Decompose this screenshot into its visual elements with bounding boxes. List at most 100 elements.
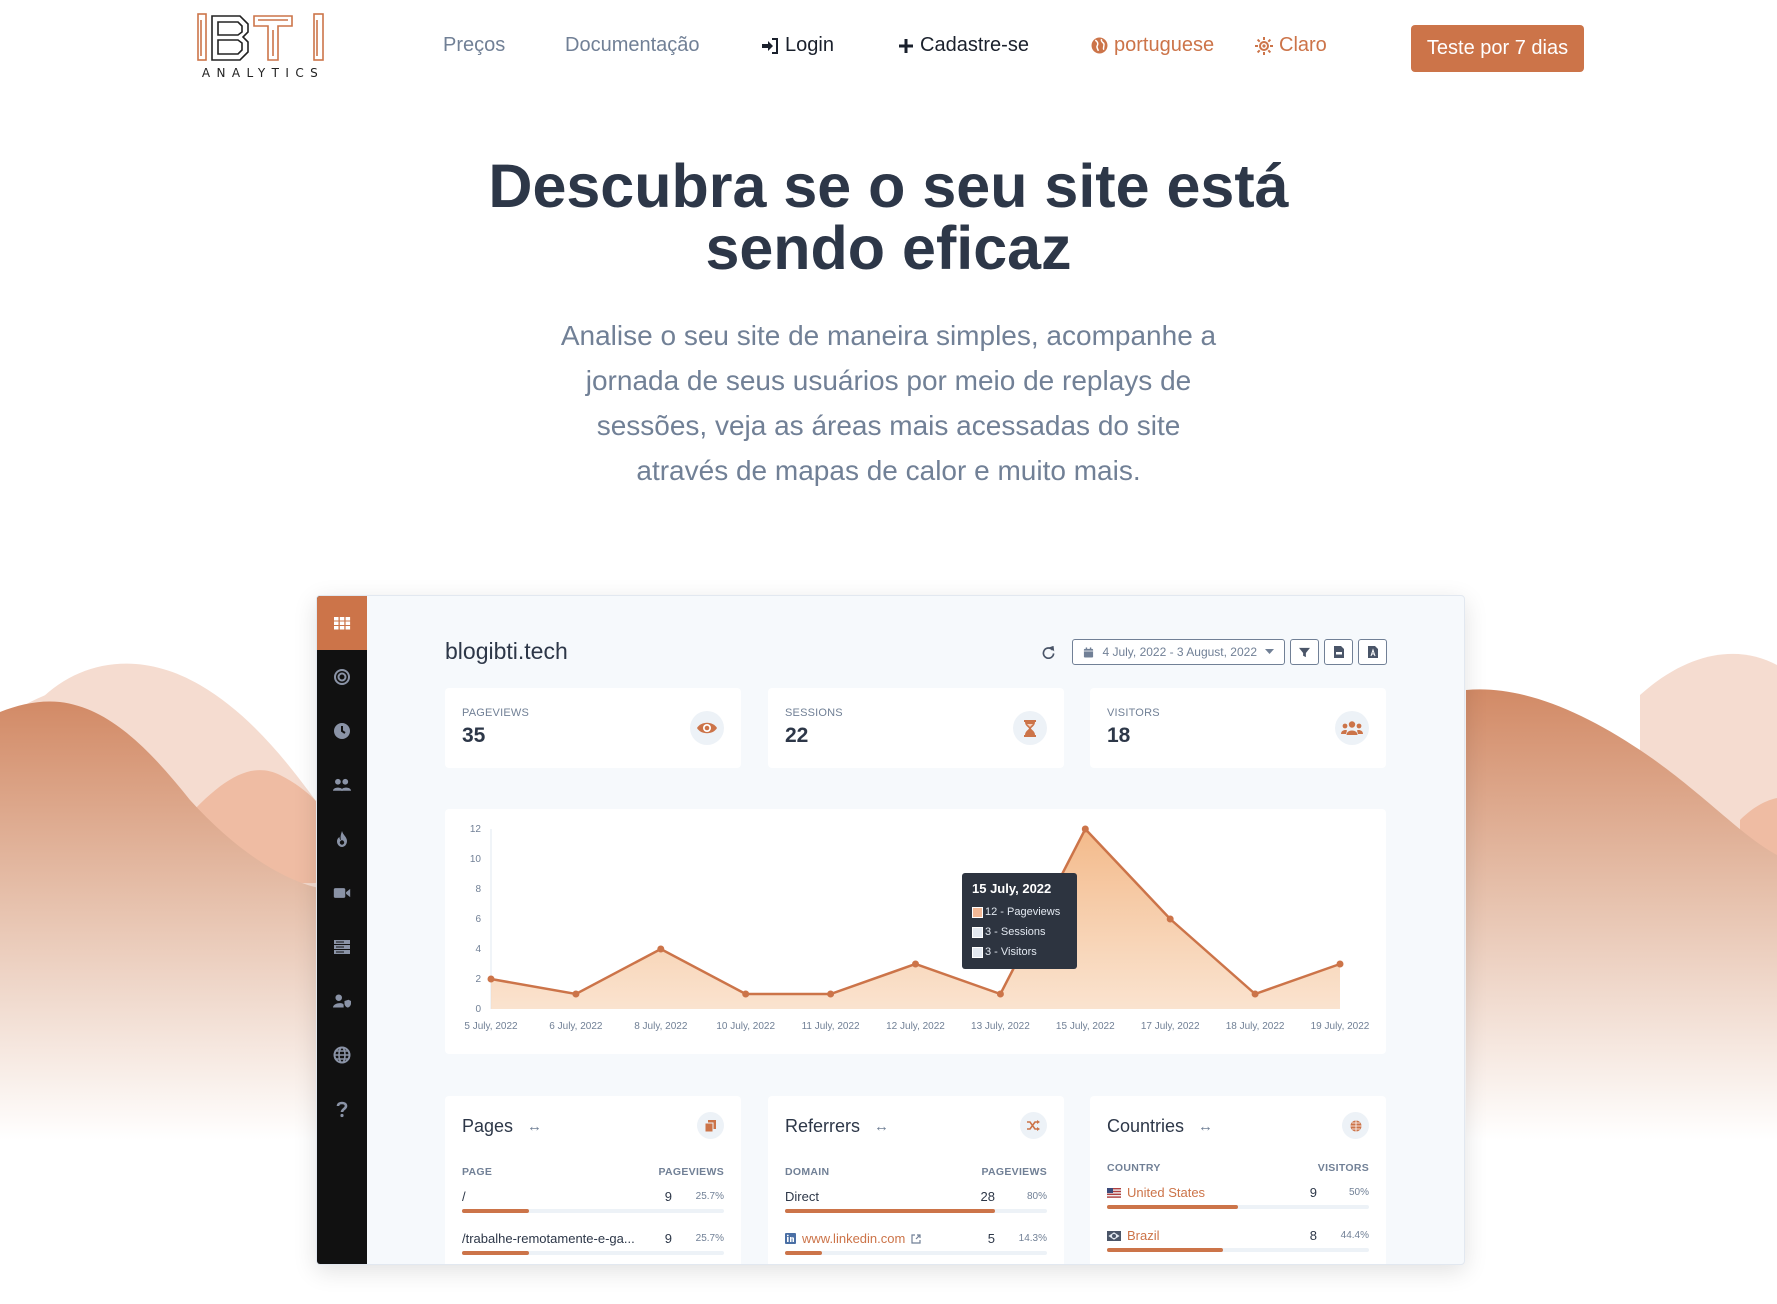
data-point[interactable] <box>487 975 495 983</box>
pageviews-chart: 0 2 4 6 8 10 12 5 July, 2022 6 July, 2022 8 July… <box>464 824 1369 1032</box>
data-point[interactable] <box>827 990 835 998</box>
row-percent: 50% <box>1348 1187 1369 1198</box>
tooltip-row-text: 12 - Pageviews <box>985 906 1061 918</box>
column-header: PAGE <box>462 1166 493 1178</box>
server-icon <box>334 940 350 954</box>
x-tick-label: 11 July, 2022 <box>802 1021 860 1032</box>
x-tick-label: 12 July, 2022 <box>886 1021 945 1032</box>
data-point[interactable] <box>657 945 665 953</box>
nav-login-label: Login <box>785 34 834 56</box>
row-label-link[interactable]: United States <box>1107 1185 1205 1200</box>
nav-pricing-link[interactable]: Preços <box>443 34 505 57</box>
sidebar-item-recordings[interactable] <box>317 866 367 920</box>
tooltip-row-text: 3 - Sessions <box>985 926 1046 938</box>
legend-swatch-visitors <box>972 946 983 958</box>
list-item[interactable]: Brazil 8 44.4% <box>1107 1228 1369 1264</box>
tooltip-title: 15 July, 2022 <box>972 881 1052 896</box>
stat-label: PAGEVIEWS <box>462 707 529 719</box>
stat-value: 35 <box>462 724 486 747</box>
sidebar-item-data[interactable] <box>317 920 367 974</box>
countries-panel: Countries ↔ COUNTRY VISITORS United Stat… <box>1090 1096 1386 1264</box>
y-tick-label: 4 <box>475 944 481 955</box>
nav-docs-link[interactable]: Documentação <box>565 34 700 57</box>
site-name: blogibti.tech <box>445 638 568 664</box>
expand-arrows-icon[interactable]: ↔ <box>527 1118 542 1135</box>
nav-login-link[interactable]: Login <box>761 34 834 57</box>
refresh-button[interactable] <box>1037 641 1059 663</box>
data-point[interactable] <box>1336 960 1344 968</box>
export-pdf-button[interactable] <box>1358 639 1387 665</box>
panel-title: Pages ↔ <box>462 1116 542 1137</box>
sidebar-item-realtime[interactable] <box>317 704 367 758</box>
calendar-icon <box>1084 646 1094 658</box>
stat-card-visitors: VISITORS 18 <box>1090 688 1386 768</box>
theme-label: Claro <box>1279 34 1327 56</box>
list-item[interactable]: / 9 25.7% <box>462 1189 724 1229</box>
data-point[interactable] <box>1251 990 1259 998</box>
nav-signup-link[interactable]: Cadastre-se <box>898 34 1029 57</box>
filter-button[interactable] <box>1290 639 1319 665</box>
sign-in-icon <box>762 37 778 54</box>
grid-icon <box>334 617 351 630</box>
shuffle-icon <box>1027 1120 1040 1131</box>
panel-title: Referrers ↔ <box>785 1116 889 1137</box>
progress-fill <box>785 1251 823 1255</box>
row-label-link[interactable]: www.linkedin.com <box>785 1231 921 1246</box>
progress-fill <box>785 1209 995 1213</box>
panel-title-text: Referrers <box>785 1116 861 1136</box>
list-item[interactable]: /trabalhe-remotamente-e-ga... 9 25.7% <box>462 1231 724 1264</box>
nav-pricing-label: Preços <box>443 34 506 56</box>
sidebar-item-help[interactable] <box>317 1082 367 1136</box>
y-tick-label: 12 <box>470 824 482 835</box>
data-point[interactable] <box>912 960 919 968</box>
chart-tooltip: 15 July, 2022 12 - Pageviews 3 - Session… <box>962 873 1077 969</box>
row-value: 8 <box>1309 1228 1317 1243</box>
panel-title-text: Pages <box>462 1116 514 1136</box>
row-label: /trabalhe-remotamente-e-ga... <box>462 1231 635 1246</box>
expand-arrows-icon[interactable]: ↔ <box>874 1118 889 1135</box>
x-tick-label: 15 July, 2022 <box>1056 1021 1115 1032</box>
y-tick-label: 8 <box>475 884 481 895</box>
data-point[interactable] <box>1166 915 1174 923</box>
list-item[interactable]: Direct 28 80% <box>785 1189 1047 1229</box>
panel-icon-wrap <box>1020 1112 1047 1139</box>
trial-button[interactable]: Teste por 7 dias <box>1411 25 1584 72</box>
globe-icon <box>1350 1120 1361 1131</box>
expand-arrows-icon[interactable]: ↔ <box>1198 1118 1213 1135</box>
sidebar-item-goals[interactable] <box>317 650 367 704</box>
data-point[interactable] <box>1081 825 1089 833</box>
stat-card-sessions: SESSIONS 22 <box>768 688 1064 768</box>
language-selector[interactable]: portuguese <box>1091 34 1214 57</box>
data-point[interactable] <box>742 990 750 998</box>
progress-fill <box>1107 1205 1238 1209</box>
row-value: 9 <box>664 1189 672 1204</box>
data-point[interactable] <box>996 990 1004 998</box>
row-percent: 80% <box>1026 1191 1047 1202</box>
x-tick-label: 10 July, 2022 <box>716 1021 775 1032</box>
hero-title-line2: sendo eficaz <box>705 214 1072 282</box>
progress-bar <box>462 1209 724 1213</box>
sidebar-item-heatmaps[interactable] <box>317 812 367 866</box>
sidebar-item-dashboard[interactable] <box>317 596 367 650</box>
refresh-icon <box>1042 645 1055 659</box>
export-csv-button[interactable] <box>1324 639 1353 665</box>
sidebar-item-sessions[interactable] <box>317 758 367 812</box>
theme-toggle[interactable]: Claro <box>1255 34 1327 57</box>
logo[interactable]: ANALYTICS <box>196 12 330 82</box>
hero-title: Descubra se o seu site está sendo eficaz <box>0 155 1777 279</box>
column-header: PAGEVIEWS <box>981 1166 1047 1178</box>
list-item[interactable]: United States 9 50% <box>1107 1185 1369 1225</box>
list-item[interactable]: www.linkedin.com 5 14.3% <box>785 1231 1047 1264</box>
row-value: 5 <box>987 1231 995 1246</box>
sidebar-item-websites[interactable] <box>317 1028 367 1082</box>
sidebar-item-privacy[interactable] <box>317 974 367 1028</box>
row-percent: 25.7% <box>695 1233 724 1244</box>
tooltip-row-sessions: 3 - Sessions <box>972 922 1067 942</box>
row-label-link[interactable]: Brazil <box>1107 1228 1160 1243</box>
date-range-picker[interactable]: 4 July, 2022 - 3 August, 2022 <box>1072 639 1285 665</box>
row-value: 9 <box>1309 1185 1317 1200</box>
linkedin-icon <box>785 1233 796 1244</box>
data-point[interactable] <box>572 990 580 998</box>
hero-subtitle: Analise o seu site de maneira simples, a… <box>560 320 1217 486</box>
x-tick-label: 5 July, 2022 <box>464 1021 518 1032</box>
